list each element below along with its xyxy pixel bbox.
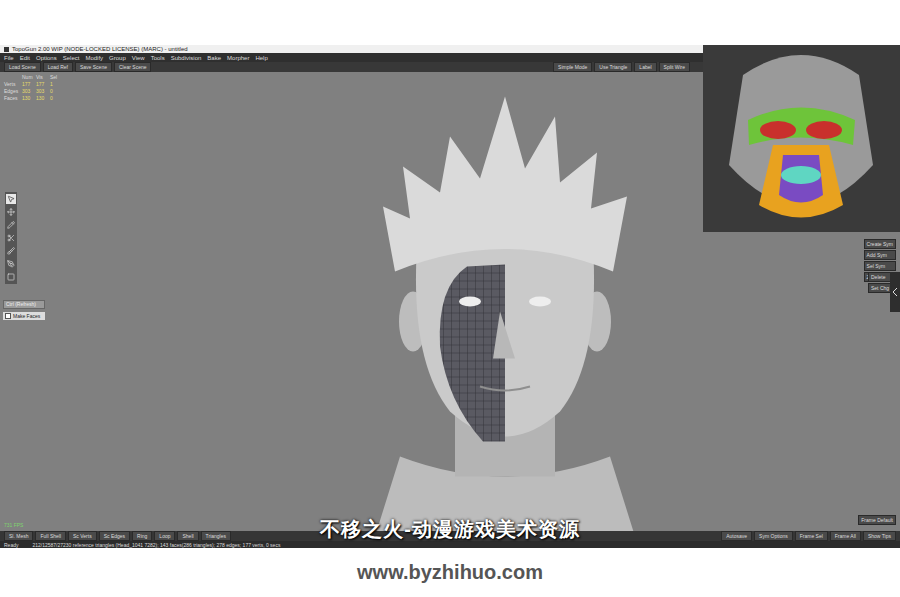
stats-label: Faces [4, 95, 22, 101]
view-buttons: AutosaveSym OptionsFrame SelFrame AllSho… [721, 531, 896, 541]
tool-options: Ctrl (Refresh) Make Faces [3, 300, 45, 320]
selection-buttons: Sl. MeshFull ShellSc VertsSc EdgesRingLo… [4, 531, 231, 541]
menu-item[interactable]: Group [109, 55, 126, 61]
bottom-button[interactable]: Frame All [830, 531, 861, 541]
menu-item[interactable]: Morpher [227, 55, 249, 61]
bottom-button[interactable]: Sc Verts [68, 531, 97, 541]
stats-column: Vis [36, 74, 50, 80]
bottom-button[interactable]: Full Shell [35, 531, 66, 541]
checkbox[interactable] [5, 313, 11, 319]
box-tool-icon[interactable] [6, 272, 16, 282]
toolbar-button[interactable]: Label [634, 62, 656, 72]
select-tool-icon[interactable] [6, 194, 16, 204]
window-title: TopoGun 2.00 WIP (NODE-LOCKED LICENSE) (… [12, 46, 188, 52]
chevron-left-icon [893, 288, 898, 296]
side-button[interactable]: Create Sym [864, 239, 896, 249]
toolbar-left: Load SceneLoad RefSave SceneClear Scene [4, 62, 151, 72]
toolbar-button[interactable]: Split Wire [659, 62, 690, 72]
toolbar-button[interactable]: Save Scene [75, 62, 112, 72]
bottom-button[interactable]: Sym Options [754, 531, 793, 541]
bottom-button[interactable]: Shell [177, 531, 198, 541]
menu-item[interactable]: Options [36, 55, 57, 61]
bottom-button[interactable]: Ring [132, 531, 152, 541]
bottom-button[interactable]: Sl. Mesh [4, 531, 33, 541]
stats-value: 177 [36, 81, 50, 87]
tool-field[interactable]: Ctrl (Refresh) [3, 300, 45, 309]
checkbox-row[interactable]: Make Faces [3, 312, 45, 320]
reference-image [703, 45, 900, 232]
stats-value: 177 [22, 81, 36, 87]
bottom-button[interactable]: Show Tips [863, 531, 896, 541]
panel-handle[interactable] [890, 272, 900, 312]
reference-inset [703, 45, 900, 232]
side-button[interactable]: Add Sym [864, 250, 896, 260]
bottom-button[interactable]: Frame Sel [795, 531, 828, 541]
frame-button[interactable]: Frame Default [858, 515, 896, 525]
stats-value: 1 [50, 81, 62, 87]
toolbar-right: Simple ModeUse TriangleLabelSplit Wire [553, 62, 690, 72]
cut-tool-icon[interactable] [6, 233, 16, 243]
side-button[interactable]: Sel Sym [864, 261, 896, 271]
menu-item[interactable]: Subdivision [171, 55, 202, 61]
stats-value: 0 [50, 88, 62, 94]
menu-item[interactable]: Select [63, 55, 80, 61]
toolbar-button[interactable]: Simple Mode [553, 62, 592, 72]
toolbar-button[interactable]: Clear Scene [114, 62, 152, 72]
stats-value: 303 [22, 88, 36, 94]
stats-value: 0 [50, 95, 62, 101]
bottom-button[interactable]: Triangles [201, 531, 231, 541]
video-frame: TopoGun 2.00 WIP (NODE-LOCKED LICENSE) (… [0, 0, 900, 597]
watermark: 不移之火-动漫游戏美术资源 [0, 516, 900, 543]
stats-column: Num [22, 74, 36, 80]
toolbar-button[interactable]: Load Scene [4, 62, 41, 72]
status-bar: Ready 212/12587/27230 reference triangles… [0, 541, 900, 548]
top-margin [0, 0, 900, 45]
menu-item[interactable]: Bake [207, 55, 221, 61]
pen-tool-icon[interactable] [6, 259, 16, 269]
status-info: 212/12587/27230 reference triangles (Hea… [32, 542, 280, 548]
bottom-button[interactable]: Autosave [721, 531, 752, 541]
stats-label: Edges [4, 88, 22, 94]
stats-column: Sel [50, 74, 62, 80]
stats-value: 130 [36, 95, 50, 101]
draw-tool-icon[interactable] [6, 220, 16, 230]
tool-palette [5, 192, 17, 284]
bottom-margin: www.byzhihuo.com [0, 548, 900, 597]
bottom-button[interactable]: Loop [154, 531, 175, 541]
menu-item[interactable]: Edit [20, 55, 30, 61]
menu-item[interactable]: File [4, 55, 14, 61]
brush-tool-icon[interactable] [6, 246, 16, 256]
fps-counter: 731 FPS [4, 522, 23, 528]
toolbar-button[interactable]: Use Triangle [594, 62, 632, 72]
stats-table: NumVisSelVerts1771771Edges3033030Faces13… [4, 74, 62, 101]
toolbar-button[interactable]: Load Ref [43, 62, 73, 72]
stats-label: Verts [4, 81, 22, 87]
watermark-url: www.byzhihuo.com [357, 561, 543, 584]
stats-value: 303 [36, 88, 50, 94]
bottom-button[interactable]: Sc Edges [99, 531, 130, 541]
status-state: Ready [4, 542, 18, 548]
frame-buttons: Frame Default [858, 515, 896, 525]
menu-item[interactable]: Help [255, 55, 267, 61]
stats-value: 130 [22, 95, 36, 101]
move-tool-icon[interactable] [6, 207, 16, 217]
menu-item[interactable]: Modify [85, 55, 103, 61]
menu-item[interactable]: Tools [151, 55, 165, 61]
menu-item[interactable]: View [132, 55, 145, 61]
app-window: TopoGun 2.00 WIP (NODE-LOCKED LICENSE) (… [0, 45, 900, 548]
app-logo-icon [4, 47, 9, 52]
head-model[interactable] [355, 94, 655, 531]
